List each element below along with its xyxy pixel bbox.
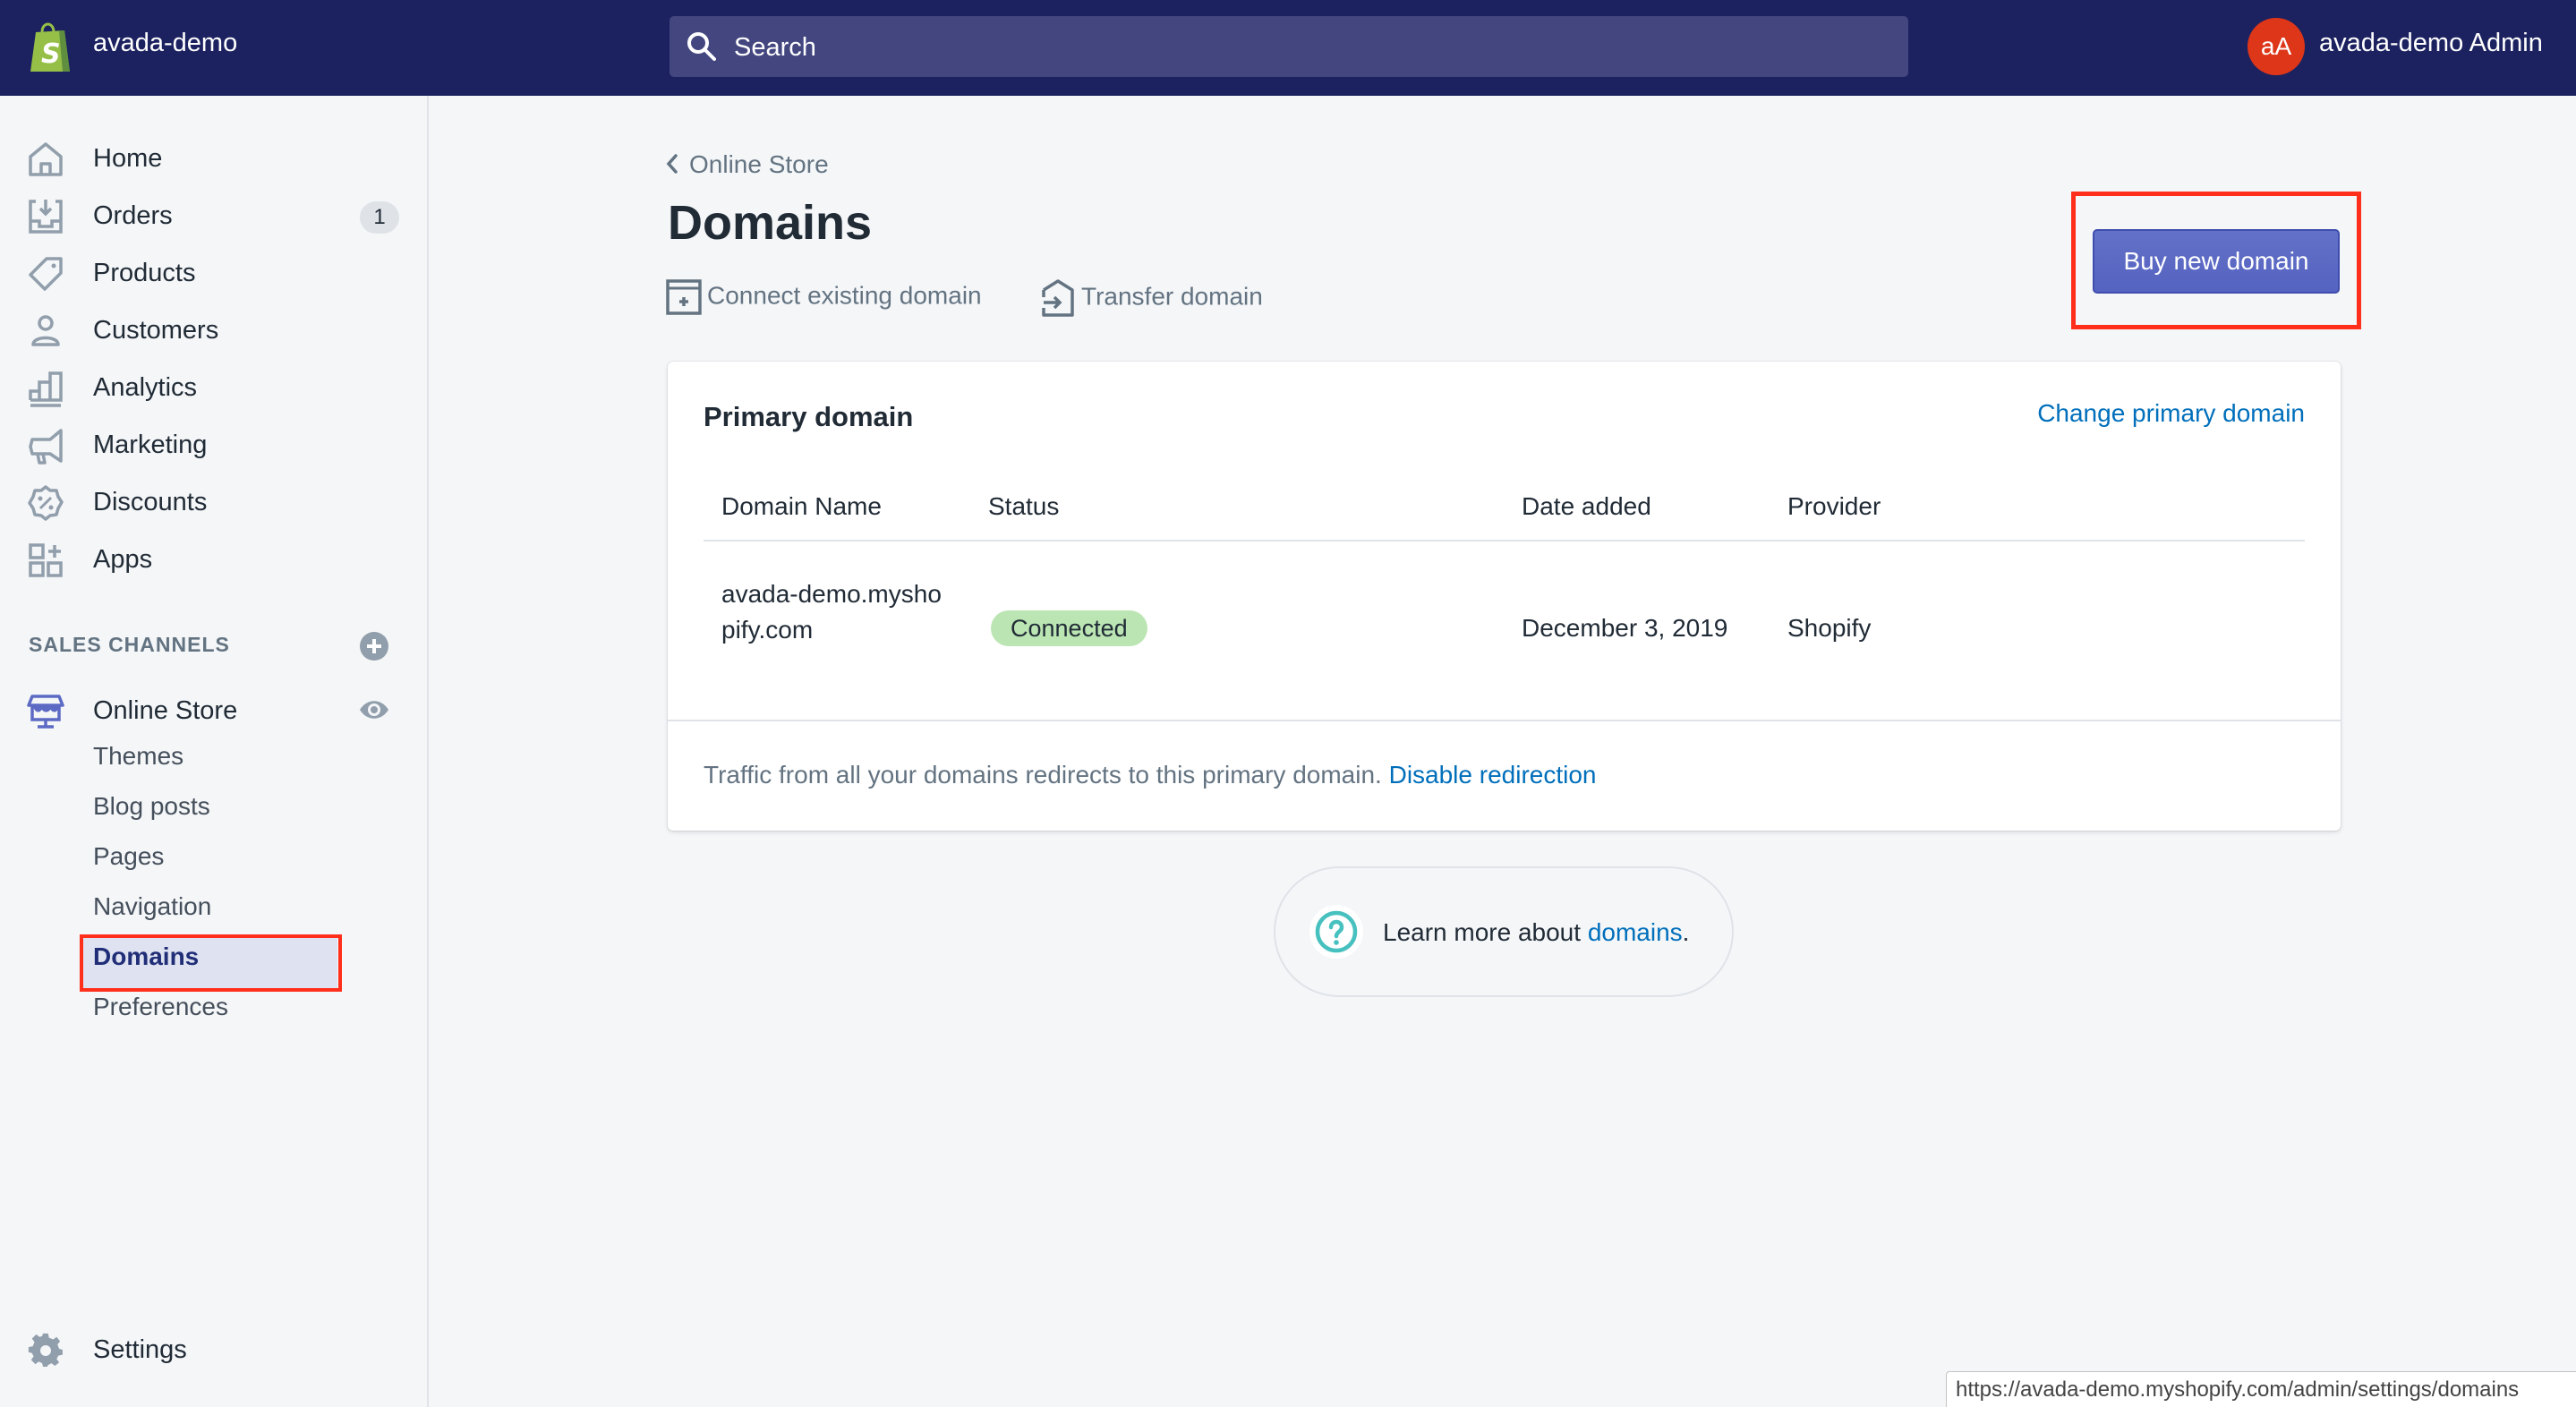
learn-more-suffix: . xyxy=(1682,918,1690,946)
sidebar-item-online-store[interactable]: Online Store xyxy=(0,686,429,736)
provider-cell: Shopify xyxy=(1787,614,1872,642)
sidebar-item-label: Settings xyxy=(93,1335,187,1364)
sidebar-item-orders[interactable]: Orders 1 xyxy=(0,191,429,241)
home-icon xyxy=(29,142,63,176)
column-header-date-added: Date added xyxy=(1522,492,1651,520)
sidebar-item-label: Apps xyxy=(93,545,153,574)
card-section-divider xyxy=(668,720,2341,721)
svg-text:S: S xyxy=(41,38,61,70)
sidebar-item-label: Orders xyxy=(93,201,173,230)
browser-status-url: https://avada-demo.myshopify.com/admin/s… xyxy=(1946,1371,2576,1407)
connect-existing-domain-label: Connect existing domain xyxy=(707,281,982,310)
sidebar-item-products[interactable]: Products xyxy=(0,248,429,298)
sidebar-item-label: Marketing xyxy=(93,431,208,459)
annotation-highlight-box xyxy=(80,934,342,992)
chevron-left-icon xyxy=(666,154,678,174)
discount-icon xyxy=(28,485,64,521)
tag-icon xyxy=(29,257,63,291)
orders-icon xyxy=(29,200,63,234)
breadcrumb-back-link[interactable]: Online Store xyxy=(664,150,829,179)
store-name[interactable]: avada-demo xyxy=(93,29,237,58)
transfer-icon xyxy=(1042,279,1074,317)
add-sales-channel-icon[interactable] xyxy=(359,631,389,661)
connect-existing-domain-button[interactable]: Connect existing domain xyxy=(666,279,982,315)
transfer-domain-label: Transfer domain xyxy=(1081,282,1263,311)
sidebar-subitem-blog-posts[interactable]: Blog posts xyxy=(93,792,210,821)
orders-count-badge: 1 xyxy=(360,201,399,234)
table-header-divider xyxy=(704,540,2305,541)
sidebar-item-label: Online Store xyxy=(93,696,238,725)
change-primary-domain-link[interactable]: Change primary domain xyxy=(2037,399,2305,428)
browser-add-icon xyxy=(666,279,702,315)
apps-icon xyxy=(29,543,63,577)
search-icon xyxy=(687,32,716,61)
sidebar-subitem-navigation[interactable]: Navigation xyxy=(93,892,211,921)
column-header-provider: Provider xyxy=(1787,492,1881,520)
sidebar-item-settings[interactable]: Settings xyxy=(0,1325,429,1375)
user-name[interactable]: avada-demo Admin xyxy=(2319,29,2543,58)
gear-icon xyxy=(28,1333,63,1367)
search-input[interactable]: Search xyxy=(670,16,1908,77)
search-placeholder: Search xyxy=(734,33,816,62)
bar-chart-icon xyxy=(29,371,63,407)
date-added-cell: December 3, 2019 xyxy=(1522,614,1728,642)
redirect-info: Traffic from all your domains redirects … xyxy=(704,761,1596,789)
breadcrumb-label: Online Store xyxy=(689,150,829,178)
sales-channels-heading: SALES CHANNELS xyxy=(29,633,230,656)
sidebar-subitem-themes[interactable]: Themes xyxy=(93,742,183,771)
sidebar-subitem-pages[interactable]: Pages xyxy=(93,842,164,871)
megaphone-icon xyxy=(29,429,63,465)
page-title: Domains xyxy=(668,196,873,250)
sidebar-item-label: Analytics xyxy=(93,373,198,402)
sidebar-item-label: Customers xyxy=(93,316,219,345)
sidebar: Home Orders 1 Products Customers Analyti… xyxy=(0,96,429,1407)
sidebar-item-home[interactable]: Home xyxy=(0,133,429,183)
primary-domain-card: Primary domain Change primary domain Dom… xyxy=(668,362,2341,831)
top-bar: S avada-demo Search aA avada-demo Admin xyxy=(0,0,2576,96)
sidebar-item-customers[interactable]: Customers xyxy=(0,305,429,355)
question-circle-icon xyxy=(1315,910,1358,953)
disable-redirection-link[interactable]: Disable redirection xyxy=(1389,761,1597,789)
sidebar-item-label: Discounts xyxy=(93,488,208,516)
sidebar-item-analytics[interactable]: Analytics xyxy=(0,362,429,413)
domain-name-cell[interactable]: avada-demo.myshopify.com xyxy=(721,576,954,648)
shopify-logo-icon[interactable]: S xyxy=(27,20,73,73)
person-icon xyxy=(31,315,60,346)
column-header-domain-name: Domain Name xyxy=(721,492,882,520)
learn-more-footer: Learn more about domains. xyxy=(1274,866,1734,997)
learn-more-prefix: Learn more about xyxy=(1383,918,1588,946)
sidebar-subitem-preferences[interactable]: Preferences xyxy=(93,993,228,1021)
column-header-status: Status xyxy=(988,492,1060,520)
eye-icon[interactable] xyxy=(358,696,390,723)
avatar[interactable]: aA xyxy=(2248,18,2305,75)
annotation-highlight-box xyxy=(2071,192,2361,329)
sidebar-item-marketing[interactable]: Marketing xyxy=(0,420,429,470)
transfer-domain-button[interactable]: Transfer domain xyxy=(1040,279,1263,317)
sidebar-item-discounts[interactable]: Discounts xyxy=(0,477,429,527)
card-title: Primary domain xyxy=(704,401,914,432)
store-icon xyxy=(27,695,64,729)
redirect-info-text: Traffic from all your domains redirects … xyxy=(704,761,1382,789)
status-badge: Connected xyxy=(991,610,1147,646)
sidebar-item-apps[interactable]: Apps xyxy=(0,534,429,584)
sidebar-item-label: Home xyxy=(93,144,163,173)
learn-more-domains-link[interactable]: domains xyxy=(1588,918,1683,946)
sidebar-item-label: Products xyxy=(93,259,196,287)
learn-more-text: Learn more about domains. xyxy=(1383,918,1689,947)
help-icon-wrap xyxy=(1309,905,1363,959)
